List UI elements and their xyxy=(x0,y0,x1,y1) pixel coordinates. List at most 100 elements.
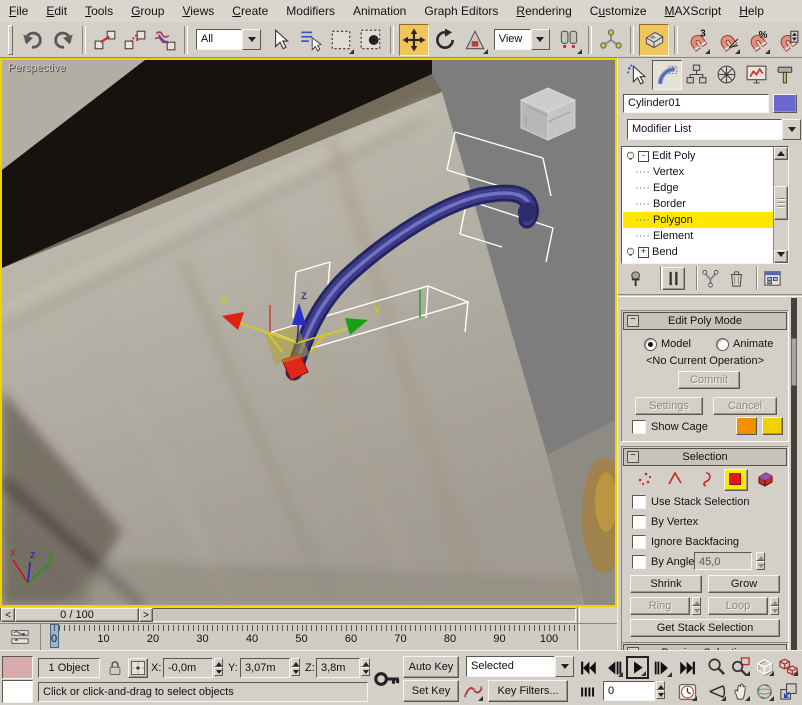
undo-button[interactable] xyxy=(19,25,47,55)
cage-color-swatch-2[interactable] xyxy=(762,417,783,435)
zoom-button[interactable] xyxy=(706,656,727,677)
key-mode-toggle[interactable] xyxy=(578,682,599,702)
time-slider-prev-button[interactable]: < xyxy=(1,608,15,622)
menu-edit[interactable]: Edit xyxy=(37,2,76,20)
select-button[interactable] xyxy=(266,25,294,55)
menu-create[interactable]: Create xyxy=(223,2,277,20)
collapse-icon[interactable]: − xyxy=(627,451,639,463)
menu-graph-editors[interactable]: Graph Editors xyxy=(415,2,507,20)
tab-create[interactable] xyxy=(622,60,650,88)
tab-motion[interactable] xyxy=(712,60,740,88)
grow-button[interactable]: Grow xyxy=(708,575,780,593)
subobject-vertex-button[interactable] xyxy=(634,469,658,491)
field-of-view-button[interactable] xyxy=(706,681,727,702)
pivot-center-button[interactable] xyxy=(555,25,583,55)
bind-button[interactable] xyxy=(151,25,179,55)
time-configuration-button[interactable] xyxy=(677,682,698,702)
arc-rotate-button[interactable] xyxy=(754,681,775,702)
subobject-border-button[interactable] xyxy=(694,469,718,491)
ring-spinner[interactable] xyxy=(692,597,701,615)
radio-model[interactable]: Model xyxy=(644,337,691,351)
radio-animate[interactable]: Animate xyxy=(716,337,773,351)
menu-animation[interactable]: Animation xyxy=(344,2,415,20)
set-keys-button[interactable] xyxy=(374,659,400,699)
object-name-field[interactable]: Cylinder01 xyxy=(623,94,769,113)
window-crossing-button[interactable] xyxy=(357,25,385,55)
object-color-swatch[interactable] xyxy=(773,94,797,113)
selection-lock-toggle[interactable] xyxy=(106,658,124,678)
collapse-icon[interactable]: − xyxy=(627,315,639,327)
get-stack-selection-button[interactable]: Get Stack Selection xyxy=(630,619,780,637)
menu-file[interactable]: File xyxy=(0,2,37,20)
by-angle-checkbox[interactable] xyxy=(632,555,646,569)
collapse-icon[interactable]: - xyxy=(638,151,649,162)
select-by-name-button[interactable] xyxy=(296,25,324,55)
time-slider-next-button[interactable]: > xyxy=(139,608,153,622)
ring-button[interactable]: Ring xyxy=(630,597,690,615)
track-bar[interactable]: 0102030405060708090100 xyxy=(0,624,617,650)
cancel-button[interactable]: Cancel xyxy=(713,397,777,415)
current-frame-field[interactable]: 0 xyxy=(603,681,655,701)
y-coordinate-field[interactable]: 3,07m xyxy=(240,658,290,678)
configure-modifier-sets-button[interactable] xyxy=(762,268,783,289)
by-angle-spinner[interactable] xyxy=(756,552,765,570)
settings-button[interactable]: Settings xyxy=(635,397,703,415)
modifier-list-arrow[interactable] xyxy=(782,119,801,140)
radio-model-dot[interactable] xyxy=(644,338,657,351)
checkbox-by-vertex[interactable]: By Vertex xyxy=(632,515,698,529)
absolute-mode-toggle[interactable] xyxy=(128,658,148,678)
dropdown-arrow[interactable] xyxy=(242,29,261,50)
stack-row-element[interactable]: ···· Element xyxy=(623,228,787,244)
stack-scroll-up[interactable] xyxy=(774,147,788,160)
dropdown-arrow[interactable] xyxy=(555,656,574,677)
checkbox-use-stack-selection[interactable]: Use Stack Selection xyxy=(632,495,749,509)
subobject-element-button[interactable] xyxy=(754,469,778,491)
z-spinner[interactable] xyxy=(361,658,370,676)
region-button[interactable] xyxy=(327,25,355,55)
make-unique-button[interactable] xyxy=(700,268,721,289)
manipulate-button[interactable] xyxy=(597,25,625,55)
go-to-end-button[interactable] xyxy=(677,658,698,678)
by-angle-field[interactable]: 45,0 xyxy=(694,552,752,570)
zoom-extents-all-button[interactable] xyxy=(778,656,799,677)
listener-pane[interactable] xyxy=(2,680,33,703)
menu-help[interactable]: Help xyxy=(730,2,773,20)
play-button[interactable] xyxy=(626,656,649,679)
previous-frame-button[interactable] xyxy=(603,658,624,678)
stack-row-border[interactable]: ···· Border xyxy=(623,196,787,212)
angle-snap-button[interactable] xyxy=(713,25,741,55)
y-spinner[interactable] xyxy=(291,658,300,676)
frame-spinner[interactable] xyxy=(656,681,665,699)
checkbox-ignore-backfacing[interactable]: Ignore Backfacing xyxy=(632,535,739,549)
redo-button[interactable] xyxy=(49,25,77,55)
modifier-list-dropdown[interactable]: Modifier List xyxy=(627,119,801,140)
zoom-extents-button[interactable] xyxy=(754,656,775,677)
checkbox-box[interactable] xyxy=(632,535,646,549)
radio-animate-dot[interactable] xyxy=(716,338,729,351)
stack-scroll-thumb[interactable] xyxy=(774,186,788,220)
spinner-snap-button[interactable] xyxy=(773,25,801,55)
remove-modifier-button[interactable] xyxy=(726,268,747,289)
percent-snap-button[interactable]: % xyxy=(743,25,771,55)
bulb-icon[interactable] xyxy=(624,150,637,163)
loop-spinner[interactable] xyxy=(770,597,779,615)
stack-scroll-down[interactable] xyxy=(774,250,788,263)
pan-button[interactable] xyxy=(730,681,751,702)
move-button[interactable] xyxy=(399,24,429,56)
subobject-edge-button[interactable] xyxy=(664,469,688,491)
selection-filter-dropdown[interactable]: All xyxy=(196,29,262,50)
zoom-all-button[interactable] xyxy=(730,656,751,677)
pin-stack-button[interactable] xyxy=(628,268,649,289)
checkbox-box[interactable] xyxy=(632,495,646,509)
tab-hierarchy[interactable] xyxy=(682,60,710,88)
x-spinner[interactable] xyxy=(214,658,223,676)
bulb-icon[interactable] xyxy=(624,246,637,259)
open-mini-curve-editor-button[interactable] xyxy=(8,627,32,647)
expand-icon[interactable]: + xyxy=(638,247,649,258)
snap-3d-button[interactable]: 3 xyxy=(683,25,711,55)
subobject-polygon-button[interactable] xyxy=(724,469,748,491)
stack-scrollbar[interactable] xyxy=(773,147,788,263)
menu-rendering[interactable]: Rendering xyxy=(507,2,580,20)
default-tangents-button[interactable] xyxy=(462,680,484,702)
toolbar-grip[interactable] xyxy=(8,25,13,55)
